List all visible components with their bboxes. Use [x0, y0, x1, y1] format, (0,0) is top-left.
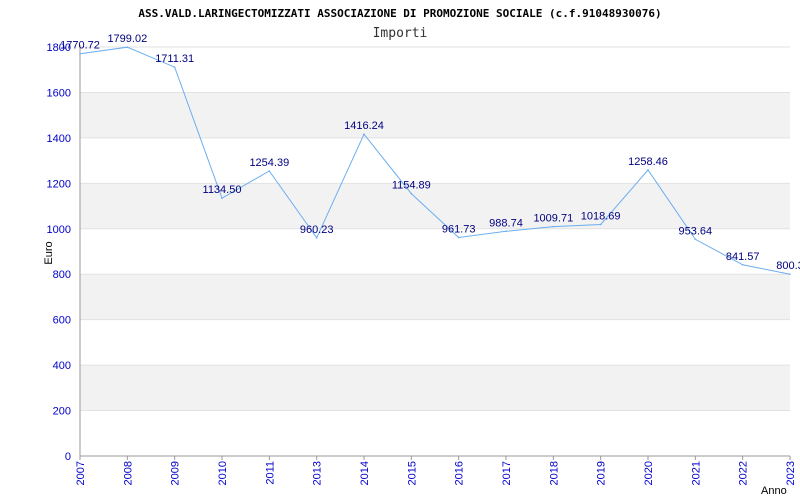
x-tick-label: 2021 [690, 461, 702, 485]
x-tick-label: 2009 [170, 461, 182, 485]
y-tick-label: 1400 [47, 133, 71, 145]
data-label: 841.57 [726, 251, 760, 263]
data-point [410, 192, 413, 195]
y-tick-label: 1000 [47, 224, 71, 236]
data-point [268, 170, 271, 172]
series-line [79, 46, 791, 275]
plot-area: 0200400600800100012001400160018002007 200… [47, 33, 800, 485]
y-tick-label: 400 [53, 360, 71, 372]
chart-subtitle: Importi [373, 26, 428, 41]
data-label: 961.73 [442, 223, 476, 235]
y-tick-label: 800 [53, 269, 71, 281]
data-point [694, 238, 697, 241]
data-point [457, 236, 460, 239]
data-label: 1799.02 [107, 33, 147, 45]
data-label: 988.74 [489, 217, 523, 229]
x-tick-label: 2007 [75, 461, 87, 485]
y-tick-label: 1200 [47, 178, 71, 190]
data-point [315, 237, 318, 239]
y-tick-label: 0 [65, 451, 71, 463]
x-tick-label: 2016 [454, 461, 466, 485]
data-point [789, 273, 791, 275]
x-axis-label: Anno [761, 485, 787, 497]
data-label: 1254.39 [249, 157, 289, 169]
data-label: 960.23 [300, 224, 334, 236]
x-tick-label: 2019 [596, 461, 608, 485]
x-tick-label: 2023 [785, 461, 797, 485]
data-point [552, 225, 555, 228]
data-label: 800.3 [776, 260, 800, 272]
y-tick-label: 200 [53, 406, 71, 418]
x-tick-label: 2014 [359, 461, 371, 485]
x-tick-label: 2018 [548, 461, 560, 485]
x-tick-label: 2011 [264, 461, 276, 485]
grid-band [80, 365, 790, 411]
x-tick-label: 2010 [217, 461, 229, 485]
data-label: 1711.31 [155, 53, 194, 65]
data-point [221, 197, 223, 200]
data-point [647, 169, 649, 171]
data-label: 1416.24 [344, 120, 384, 132]
data-label: 953.64 [679, 225, 713, 237]
data-point [79, 52, 81, 55]
data-label: 1258.46 [628, 156, 668, 168]
data-point [363, 133, 365, 135]
x-tick-label: 2008 [122, 461, 134, 485]
data-point [126, 46, 129, 49]
data-label: 1009.71 [533, 213, 573, 225]
data-point [505, 230, 507, 233]
data-label: 1154.89 [392, 180, 431, 192]
x-tick-label: 2015 [406, 461, 418, 485]
y-tick-label: 600 [53, 315, 71, 327]
data-label: 1134.50 [203, 184, 242, 196]
y-tick-label: 1600 [47, 87, 71, 99]
grid-band [80, 274, 790, 320]
chart-title: ASS.VALD.LARINGECTOMIZZATI ASSOCIAZIONE … [138, 7, 661, 20]
data-point [173, 66, 176, 68]
data-label: 1018.69 [581, 211, 621, 223]
x-tick-label: 2022 [738, 461, 750, 485]
data-point [741, 263, 744, 266]
x-tick-label: 2017 [501, 461, 513, 485]
data-label: 1770.72 [60, 40, 100, 52]
x-tick-label: 2020 [643, 461, 655, 485]
y-axis-label: Euro [43, 241, 55, 264]
x-tick-label: 2013 [312, 461, 324, 485]
data-point [599, 223, 602, 226]
chart: ASS.VALD.LARINGECTOMIZZATI ASSOCIAZIONE … [43, 7, 800, 497]
